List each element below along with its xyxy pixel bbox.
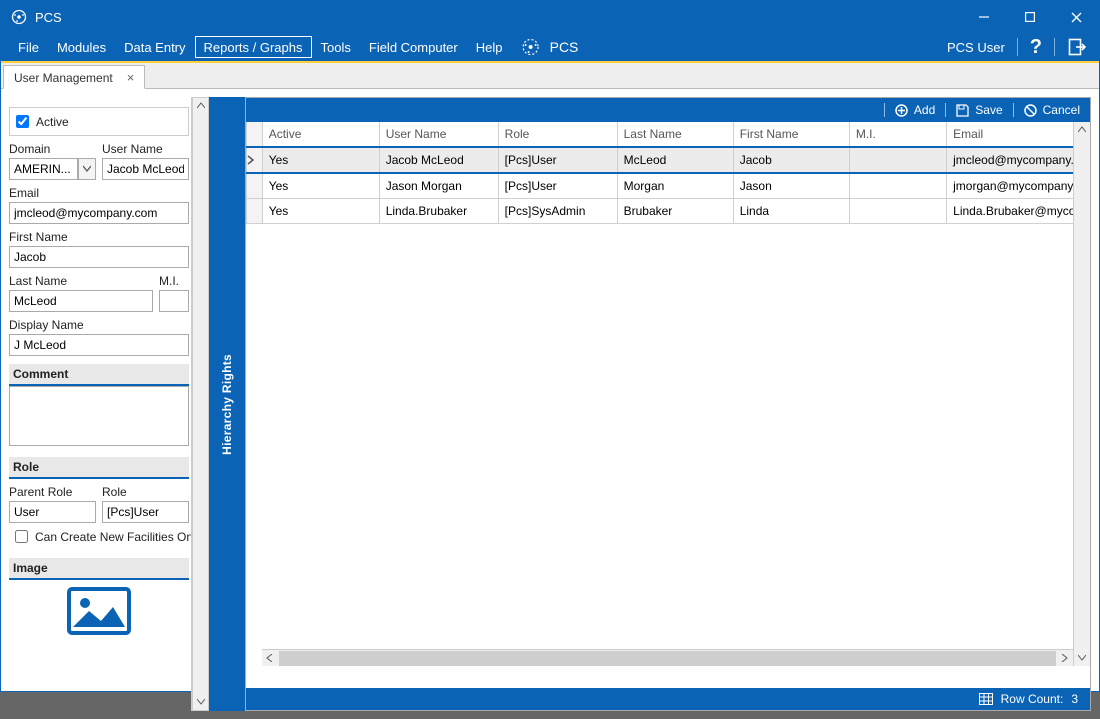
menu-help[interactable]: Help <box>467 36 512 58</box>
tab-close-icon[interactable]: × <box>127 72 135 84</box>
cancel-button[interactable]: Cancel <box>1024 103 1080 117</box>
comment-field[interactable] <box>9 386 189 446</box>
grid-status-bar: Row Count: 3 <box>246 688 1090 710</box>
app-window: PCS FileModulesData EntryReports / Graph… <box>0 0 1100 692</box>
grid-status-icon <box>979 693 993 705</box>
comment-header: Comment <box>9 364 189 386</box>
add-button[interactable]: Add <box>895 103 935 117</box>
table-row[interactable]: YesJason Morgan[Pcs]UserMorganJasonjmorg… <box>247 173 1076 199</box>
role-label: Role <box>102 485 189 499</box>
role-header: Role <box>9 457 189 479</box>
table-row[interactable]: YesLinda.Brubaker[Pcs]SysAdminBrubakerLi… <box>247 199 1076 224</box>
domain-field[interactable] <box>9 158 78 180</box>
col-header[interactable]: Active <box>262 122 379 147</box>
active-checkbox[interactable] <box>16 115 29 128</box>
scroll-down-icon[interactable] <box>193 694 208 710</box>
mi-field[interactable] <box>159 290 189 312</box>
menu-bar: FileModulesData EntryReports / GraphsToo… <box>1 33 1099 61</box>
cancreate-checkbox[interactable] <box>15 530 28 543</box>
tab-label: User Management <box>14 71 113 85</box>
cancreate-label: Can Create New Facilities On <box>35 530 192 544</box>
app-title: PCS <box>35 10 62 25</box>
user-form: Active Domain User Name <box>9 97 192 711</box>
row-count-value: 3 <box>1071 692 1078 706</box>
scroll-left-icon[interactable] <box>262 654 278 662</box>
grid-horizontal-scrollbar[interactable] <box>262 649 1073 666</box>
logout-icon[interactable] <box>1067 37 1087 57</box>
divider <box>1054 38 1055 56</box>
image-placeholder-icon[interactable] <box>59 586 139 636</box>
content-area: Active Domain User Name <box>1 89 1099 719</box>
firstname-label: First Name <box>9 230 189 244</box>
firstname-field[interactable] <box>9 246 189 268</box>
domain-label: Domain <box>9 142 96 156</box>
grid-toolbar: Add Save Cancel <box>246 98 1090 122</box>
domain-dropdown-icon[interactable] <box>78 158 96 180</box>
lastname-field[interactable] <box>9 290 153 312</box>
col-header[interactable]: First Name <box>733 122 849 147</box>
role-field[interactable] <box>102 501 189 523</box>
menu-reports-graphs[interactable]: Reports / Graphs <box>195 36 312 58</box>
menu-file[interactable]: File <box>9 36 48 58</box>
title-bar: PCS <box>1 1 1099 33</box>
splitter-label: Hierarchy Rights <box>220 354 234 455</box>
help-icon[interactable]: ? <box>1030 36 1042 59</box>
tab-user-management[interactable]: User Management × <box>3 65 145 89</box>
row-indicator <box>247 147 263 173</box>
lastname-label: Last Name <box>9 274 153 288</box>
col-header[interactable]: User Name <box>379 122 498 147</box>
display-field[interactable] <box>9 334 189 356</box>
menu-tools[interactable]: Tools <box>312 36 360 58</box>
grid-vertical-scrollbar[interactable] <box>1073 122 1090 666</box>
email-field[interactable] <box>9 202 189 224</box>
username-field[interactable] <box>102 158 189 180</box>
row-indicator <box>247 199 263 224</box>
col-header[interactable]: Email <box>947 122 1076 147</box>
image-header: Image <box>9 558 189 580</box>
current-user[interactable]: PCS User <box>947 40 1005 55</box>
left-scrollbar[interactable] <box>192 97 209 711</box>
save-button[interactable]: Save <box>956 103 1002 117</box>
col-header[interactable]: M.I. <box>849 122 946 147</box>
close-button[interactable] <box>1053 1 1099 33</box>
menu-field-computer[interactable]: Field Computer <box>360 36 467 58</box>
scroll-up-icon[interactable] <box>1074 122 1090 138</box>
hierarchy-splitter[interactable]: Hierarchy Rights <box>209 97 245 711</box>
display-label: Display Name <box>9 318 189 332</box>
col-header[interactable]: Role <box>498 122 617 147</box>
col-header[interactable]: Last Name <box>617 122 733 147</box>
row-count-label: Row Count: <box>1001 692 1064 706</box>
parent-role-label: Parent Role <box>9 485 96 499</box>
scroll-down-icon[interactable] <box>1074 650 1090 666</box>
minimize-button[interactable] <box>961 1 1007 33</box>
left-panel: Active Domain User Name <box>9 97 209 711</box>
menu-modules[interactable]: Modules <box>48 36 115 58</box>
username-label: User Name <box>102 142 189 156</box>
scroll-up-icon[interactable] <box>193 98 208 114</box>
parent-role-field[interactable] <box>9 501 96 523</box>
right-panel: Add Save Cancel ActiveUser NameRoleLast … <box>245 97 1091 711</box>
email-label: Email <box>9 186 189 200</box>
table-row[interactable]: YesJacob McLeod[Pcs]UserMcLeodJacobjmcle… <box>247 147 1076 173</box>
users-grid[interactable]: ActiveUser NameRoleLast NameFirst NameM.… <box>246 122 1090 688</box>
center-badge: PCS <box>550 39 579 55</box>
scroll-thumb[interactable] <box>279 651 1056 666</box>
divider <box>1017 38 1018 56</box>
scroll-right-icon[interactable] <box>1057 654 1073 662</box>
menu-data-entry[interactable]: Data Entry <box>115 36 194 58</box>
active-label: Active <box>36 115 69 129</box>
tab-bar: User Management × <box>1 63 1099 89</box>
maximize-button[interactable] <box>1007 1 1053 33</box>
app-icon <box>11 9 27 25</box>
center-logo-icon <box>522 38 540 56</box>
mi-label: M.I. <box>159 274 189 288</box>
row-indicator <box>247 173 263 199</box>
